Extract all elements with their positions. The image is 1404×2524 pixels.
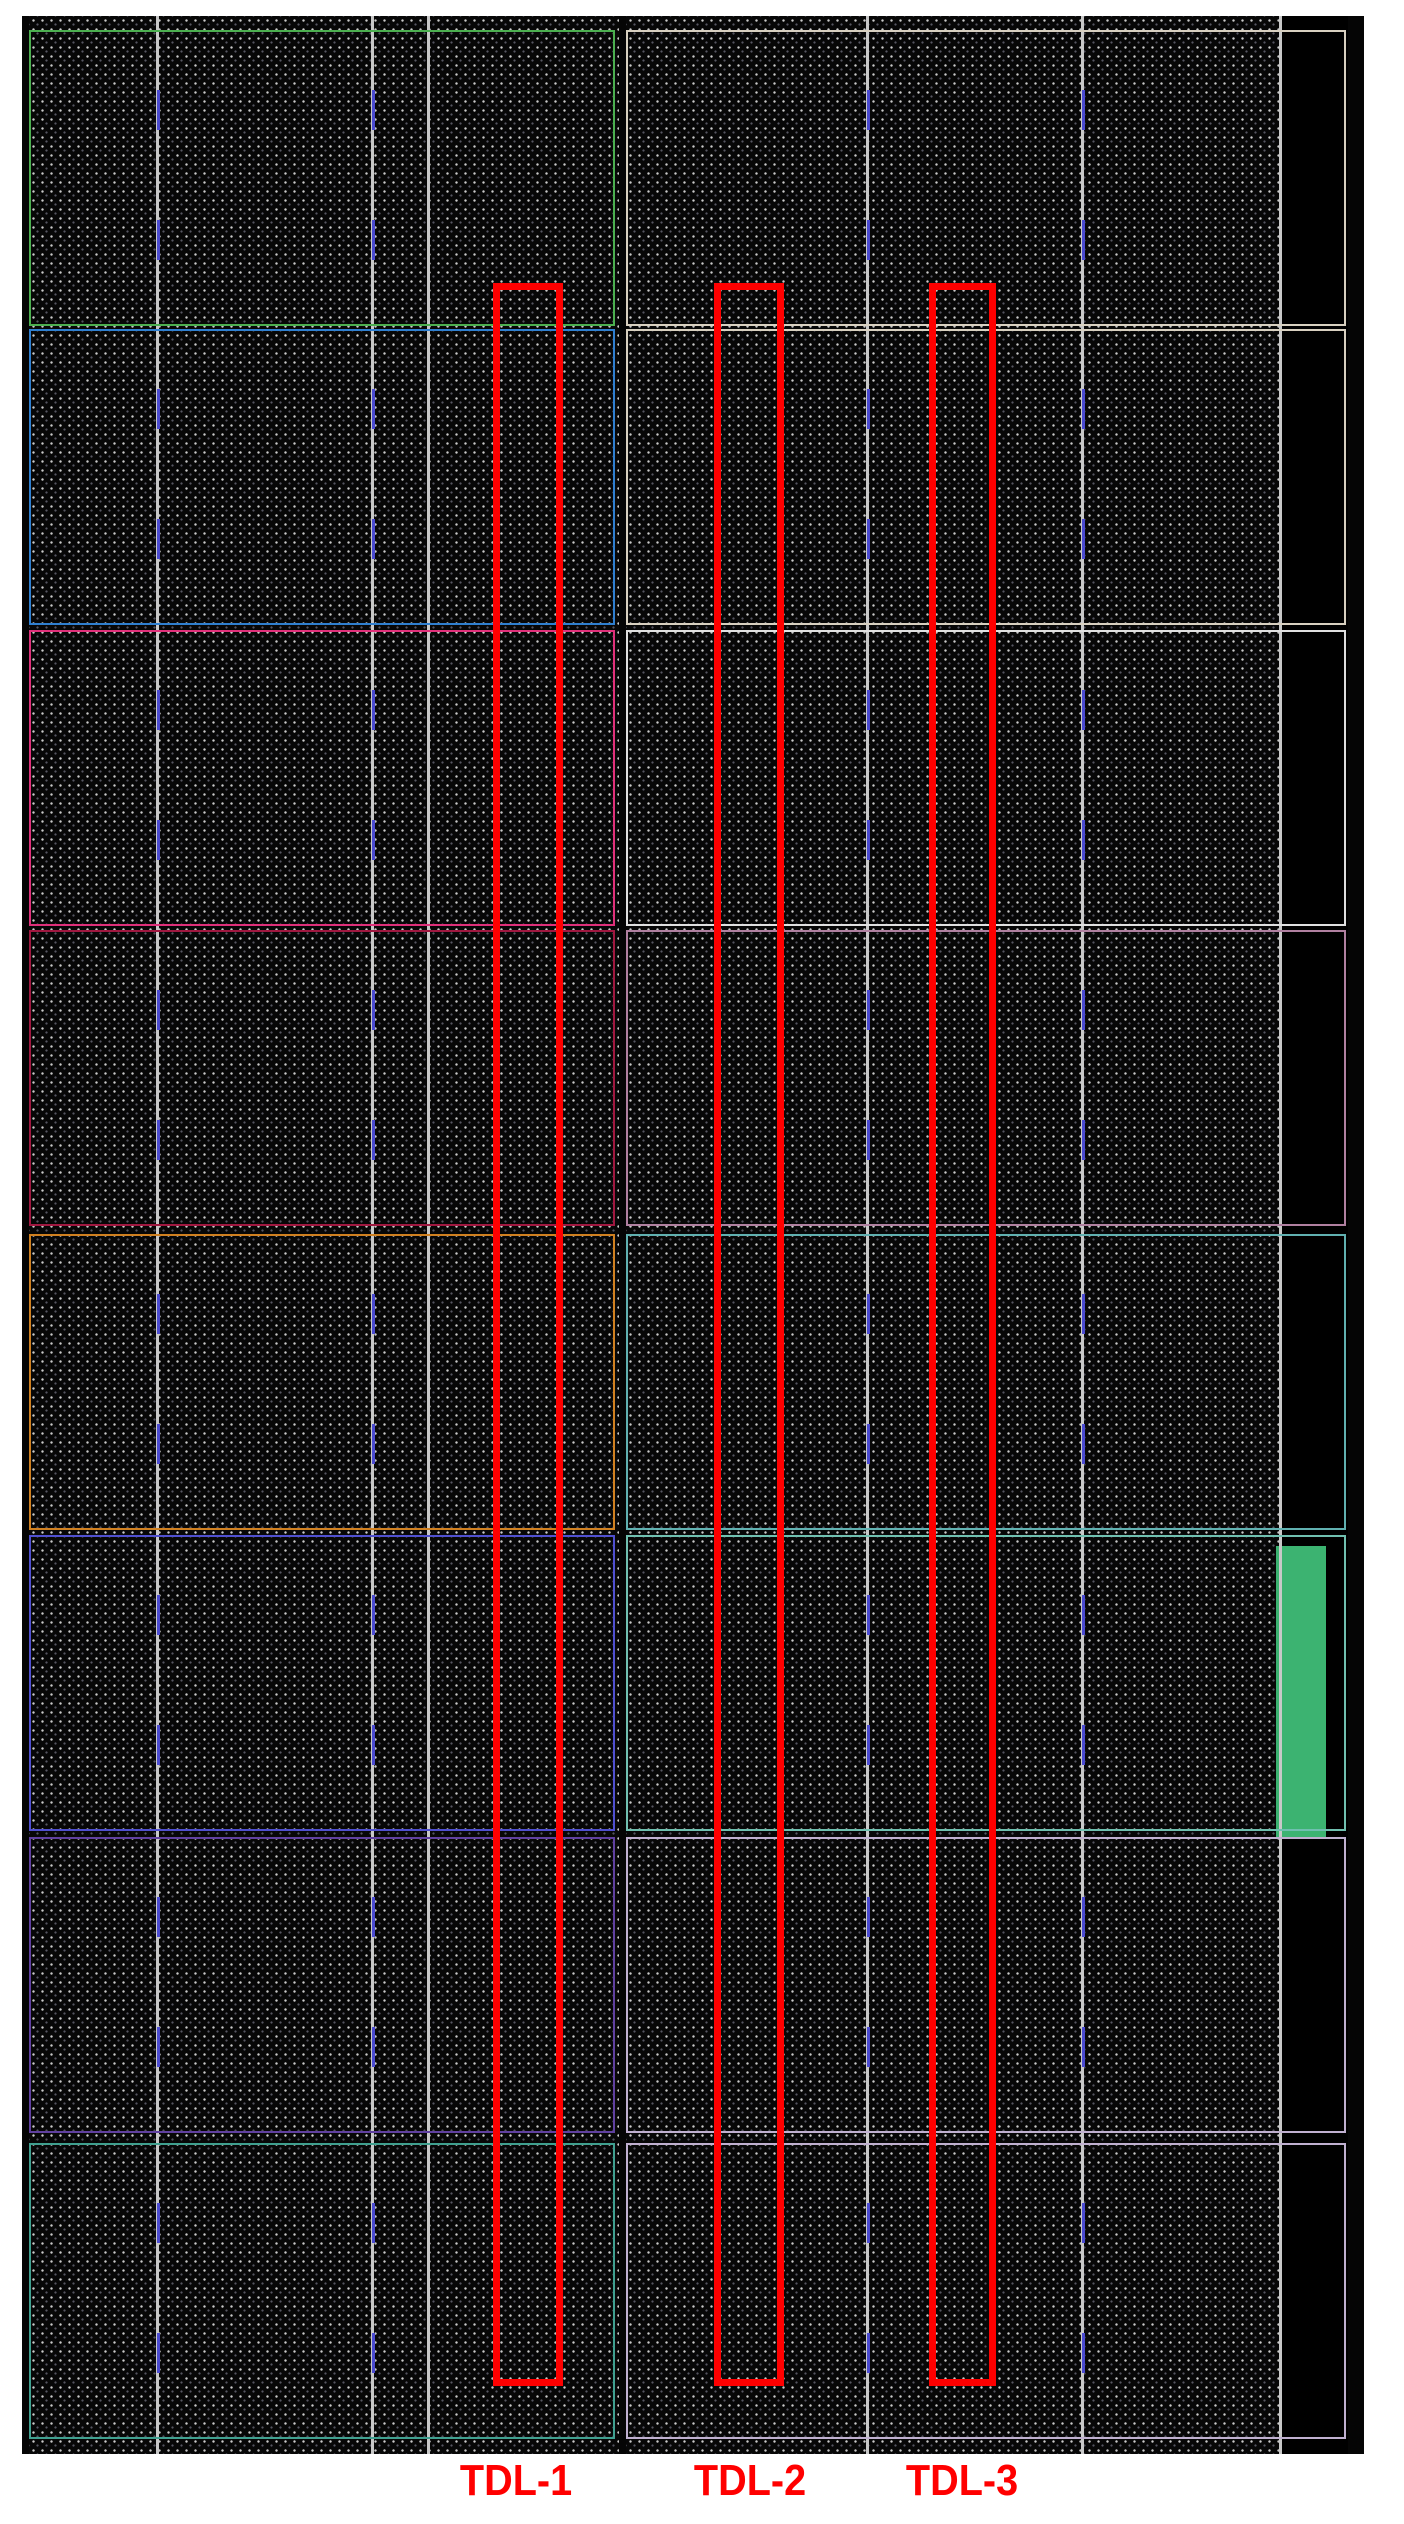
clock-buffer-mark xyxy=(1082,220,1085,260)
clock-buffer-mark xyxy=(157,690,160,730)
clock-buffer-mark xyxy=(867,2027,870,2067)
clock-buffer-mark xyxy=(157,220,160,260)
tdl-2-label: TDL-2 xyxy=(693,2456,807,2505)
clock-buffer-mark xyxy=(372,1424,375,1464)
clock-buffer-mark xyxy=(372,990,375,1030)
clock-buffer-mark xyxy=(157,1294,160,1334)
clock-buffer-mark xyxy=(157,990,160,1030)
tdl-box-1 xyxy=(493,283,563,2386)
clock-buffer-mark xyxy=(867,2333,870,2373)
clock-buffer-mark xyxy=(867,990,870,1030)
clock-buffer-mark xyxy=(157,1424,160,1464)
fpga-floorplan xyxy=(22,16,1364,2454)
clock-buffer-mark xyxy=(372,690,375,730)
tdl-box-2 xyxy=(714,283,784,2386)
clock-buffer-mark xyxy=(372,1595,375,1635)
clock-buffer-mark xyxy=(1082,1294,1085,1334)
clock-buffer-mark xyxy=(157,1725,160,1765)
clock-buffer-mark xyxy=(1082,519,1085,559)
clock-buffer-mark xyxy=(1082,2203,1085,2243)
clock-buffer-mark xyxy=(1082,820,1085,860)
clock-buffer-mark xyxy=(157,389,160,429)
clock-buffer-mark xyxy=(867,1595,870,1635)
clock-buffer-mark xyxy=(867,220,870,260)
clock-buffer-mark xyxy=(1082,1120,1085,1160)
clock-buffer-mark xyxy=(157,1120,160,1160)
clock-buffer-mark xyxy=(372,2333,375,2373)
clock-buffer-mark xyxy=(867,389,870,429)
clock-buffer-mark xyxy=(372,1897,375,1937)
clock-buffer-mark xyxy=(867,690,870,730)
clock-buffer-mark xyxy=(372,220,375,260)
clock-buffer-mark xyxy=(372,820,375,860)
clock-buffer-mark xyxy=(867,1725,870,1765)
clock-buffer-mark xyxy=(372,2203,375,2243)
clock-buffer-mark xyxy=(157,519,160,559)
clock-buffer-mark xyxy=(867,1120,870,1160)
clock-buffer-mark xyxy=(372,1294,375,1334)
tdl-1-label: TDL-1 xyxy=(459,2456,573,2505)
clock-buffer-mark xyxy=(867,90,870,130)
clock-buffer-mark xyxy=(157,2027,160,2067)
clock-buffer-mark xyxy=(1082,2027,1085,2067)
clock-buffer-mark xyxy=(372,1725,375,1765)
clock-buffer-mark xyxy=(867,1294,870,1334)
clock-buffer-mark xyxy=(157,1897,160,1937)
clock-buffer-mark xyxy=(372,90,375,130)
clock-buffer-mark xyxy=(372,389,375,429)
clock-buffer-mark xyxy=(1082,90,1085,130)
clock-buffer-mark xyxy=(1082,990,1085,1030)
clock-buffer-mark xyxy=(157,2203,160,2243)
clock-buffer-mark xyxy=(1082,2333,1085,2373)
clock-buffer-mark xyxy=(372,1120,375,1160)
clock-buffer-mark xyxy=(157,2333,160,2373)
clock-buffer-mark xyxy=(1082,1595,1085,1635)
clock-buffer-mark xyxy=(157,1595,160,1635)
clock-buffer-mark xyxy=(157,820,160,860)
clock-buffer-mark xyxy=(372,2027,375,2067)
clock-region-right xyxy=(626,30,1346,326)
clock-buffer-mark xyxy=(867,1424,870,1464)
clock-buffer-mark xyxy=(1082,1897,1085,1937)
clock-buffer-mark xyxy=(1082,690,1085,730)
clock-buffer-mark xyxy=(1082,1725,1085,1765)
tdl-3-label: TDL-3 xyxy=(905,2456,1019,2505)
clock-buffer-mark xyxy=(1082,389,1085,429)
clock-buffer-mark xyxy=(157,90,160,130)
clock-buffer-mark xyxy=(867,820,870,860)
clock-buffer-mark xyxy=(867,1897,870,1937)
clock-buffer-mark xyxy=(1082,1424,1085,1464)
clock-buffer-mark xyxy=(372,519,375,559)
tdl-box-3 xyxy=(929,283,996,2386)
clock-buffer-mark xyxy=(867,2203,870,2243)
clock-region-left xyxy=(29,30,615,326)
clock-buffer-mark xyxy=(867,519,870,559)
